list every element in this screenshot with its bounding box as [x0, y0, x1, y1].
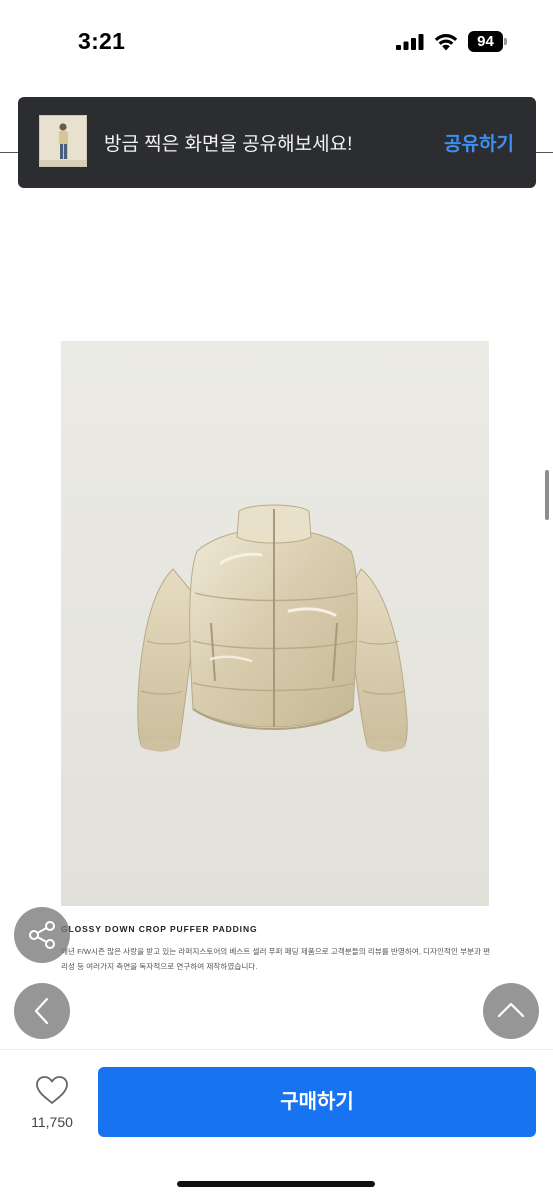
header-divider	[0, 152, 20, 153]
product-title: GLOSSY DOWN CROP PUFFER PADDING	[61, 924, 258, 934]
share-toast: 방금 찍은 화면을 공유해보세요! 공유하기	[18, 97, 536, 188]
battery-level: 94	[468, 31, 503, 52]
share-floating-button[interactable]	[14, 907, 70, 963]
chevron-left-icon	[34, 997, 49, 1025]
signal-icon	[396, 34, 424, 50]
status-bar: 3:21 94	[0, 0, 553, 88]
scroll-to-top-button[interactable]	[483, 983, 539, 1039]
share-button[interactable]: 공유하기	[444, 129, 514, 156]
screenshot-thumbnail[interactable]	[39, 115, 87, 167]
product-description: 매년 F/W시즌 많은 사랑을 받고 있는 라퍼지스토어의 베스트 셀러 푸퍼 …	[61, 947, 491, 971]
back-button[interactable]	[14, 983, 70, 1039]
heart-icon	[36, 1076, 68, 1104]
puffer-jacket-image	[137, 504, 408, 752]
like-count: 11,750	[31, 1114, 73, 1130]
wifi-icon	[434, 34, 458, 51]
scroll-indicator[interactable]	[545, 470, 549, 520]
chevron-up-icon	[497, 1002, 525, 1018]
battery-icon: 94	[468, 31, 508, 52]
share-icon	[29, 921, 55, 949]
header-divider	[535, 152, 553, 153]
buy-button[interactable]: 구매하기	[98, 1067, 536, 1137]
toast-message: 방금 찍은 화면을 공유해보세요!	[104, 134, 353, 155]
home-indicator[interactable]	[177, 1181, 375, 1187]
purchase-bar: 11,750 구매하기	[0, 1049, 553, 1200]
status-time: 3:21	[78, 28, 126, 54]
like-button[interactable]: 11,750	[22, 1074, 82, 1138]
product-image	[61, 341, 489, 906]
